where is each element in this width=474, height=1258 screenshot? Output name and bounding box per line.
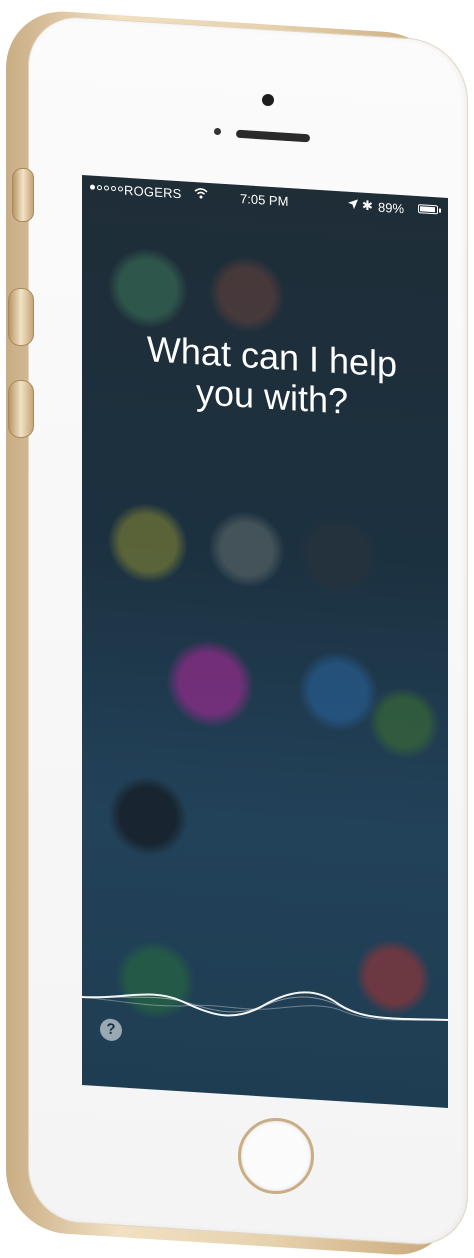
signal-dot <box>90 184 95 190</box>
battery-fill <box>420 206 435 213</box>
home-button[interactable] <box>238 1118 314 1194</box>
mute-switch[interactable] <box>12 168 34 222</box>
status-time: 7:05 PM <box>240 190 289 209</box>
volume-up-button[interactable] <box>8 288 34 346</box>
siri-prompt: What can I help you with? <box>112 327 432 427</box>
signal-dot <box>111 185 116 192</box>
siri-waveform[interactable] <box>82 965 448 1048</box>
location-arrow-icon <box>348 199 358 210</box>
signal-dot <box>104 185 109 191</box>
battery-icon <box>418 204 438 215</box>
proximity-sensor <box>214 128 221 135</box>
iphone-device: ROGERS 7:05 PM ✱ 89% What can I help you… <box>0 0 474 1258</box>
signal-dot <box>97 184 102 191</box>
carrier-name: ROGERS <box>124 182 182 202</box>
front-camera <box>262 94 274 106</box>
help-button[interactable]: ? <box>100 1018 122 1042</box>
signal-dot <box>118 186 123 192</box>
battery-percent: 89% <box>378 199 405 217</box>
battery-nub <box>439 208 441 213</box>
bluetooth-icon: ✱ <box>362 197 373 214</box>
signal-strength-indicator <box>90 184 123 192</box>
wifi-icon <box>194 188 208 199</box>
volume-down-button[interactable] <box>8 380 34 438</box>
siri-screen: ROGERS 7:05 PM ✱ 89% What can I help you… <box>82 175 448 1109</box>
